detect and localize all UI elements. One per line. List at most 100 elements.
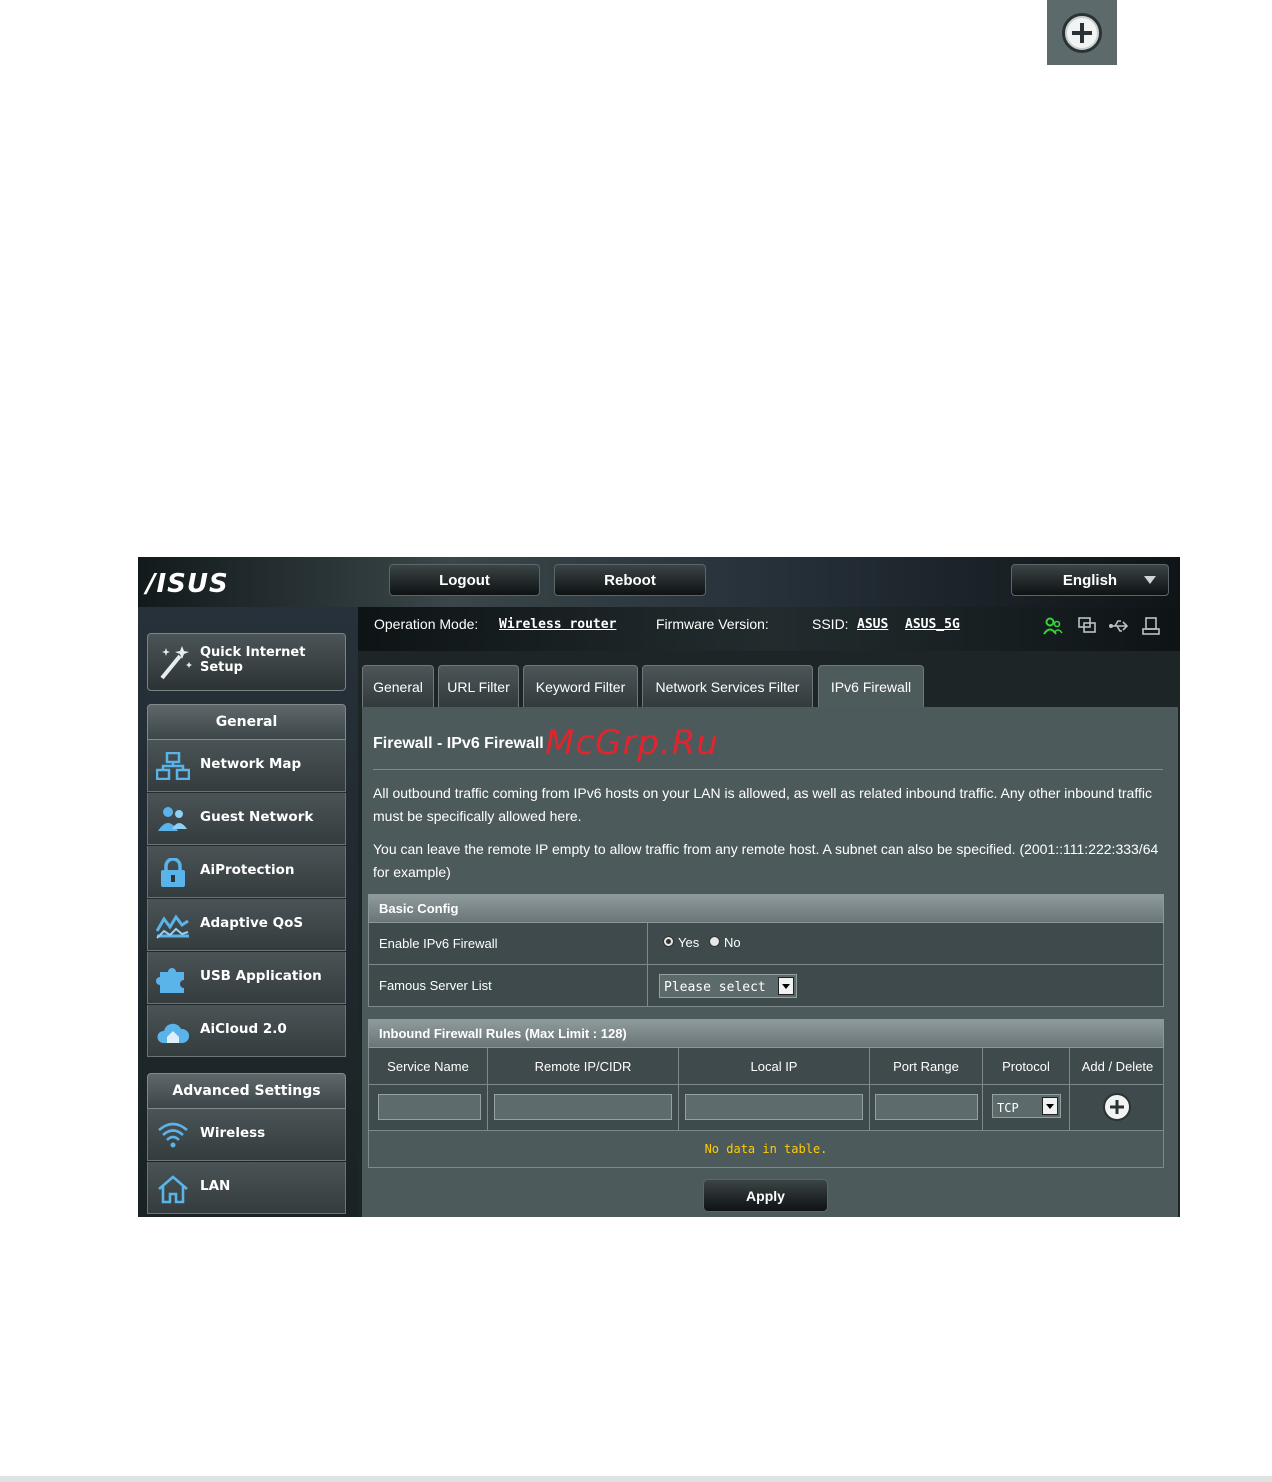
network-map-icon: [156, 752, 190, 780]
reboot-button[interactable]: Reboot: [554, 564, 706, 596]
sidebar-item-label: Adaptive QoS: [200, 915, 304, 931]
service-name-input[interactable]: [378, 1094, 481, 1120]
tab-ipv6-firewall[interactable]: IPv6 Firewall: [818, 665, 924, 707]
description-outbound: All outbound traffic coming from IPv6 ho…: [373, 785, 1152, 824]
col-add-delete: Add / Delete: [1081, 1058, 1154, 1074]
network-status-icon[interactable]: [1076, 615, 1098, 637]
sidebar-item-label: AiProtection: [200, 862, 295, 878]
main-content: Firewall - IPv6 Firewall McGrp.Ru All ou…: [362, 707, 1178, 1217]
guest-network-icon: [158, 807, 187, 831]
no-data-message: No data in table.: [368, 1131, 1164, 1168]
firmware-version-label: Firmware Version:: [656, 616, 769, 632]
ssid-label: SSID:: [812, 616, 849, 632]
operation-mode-label: Operation Mode:: [374, 616, 479, 632]
lock-icon: [161, 858, 185, 887]
column-separator: [647, 965, 648, 1006]
status-bar: Operation Mode: Wireless router Firmware…: [358, 607, 1180, 651]
watermark: McGrp.Ru: [545, 723, 719, 763]
remote-ip-input[interactable]: [494, 1094, 672, 1120]
column-separator: [1069, 1085, 1070, 1130]
col-remote-ip: Remote IP/CIDR: [488, 1048, 679, 1084]
famous-server-select[interactable]: Please select: [659, 974, 797, 998]
usb-icon[interactable]: [1108, 615, 1130, 637]
home-icon: [158, 1175, 188, 1204]
sidebar-item-network-map[interactable]: Network Map: [147, 740, 346, 792]
rules-column-headers: Service Name Remote IP/CIDR Local IP Por…: [368, 1048, 1164, 1085]
wifi-icon: [158, 1122, 188, 1148]
tab-url-filter[interactable]: URL Filter: [438, 665, 519, 707]
column-separator: [982, 1085, 983, 1130]
sidebar-item-wireless[interactable]: Wireless: [147, 1109, 346, 1161]
logout-button[interactable]: Logout: [389, 564, 540, 596]
protocol-select[interactable]: TCP: [992, 1094, 1061, 1118]
sidebar-item-label: AiCloud 2.0: [200, 1021, 287, 1037]
page-bottom-rule: [0, 1476, 1272, 1482]
clients-icon[interactable]: [1042, 615, 1064, 637]
tab-network-services-filter[interactable]: Network Services Filter: [642, 665, 813, 707]
add-icon-illustration: [1047, 0, 1117, 65]
top-bar: /ISUS Logout Reboot English: [138, 557, 1180, 607]
rule-input-row: TCP: [368, 1085, 1164, 1131]
sidebar-item-label: Guest Network: [200, 809, 314, 825]
no-label: No: [724, 935, 741, 950]
title-divider: [373, 769, 1163, 770]
apply-button[interactable]: Apply: [703, 1179, 828, 1212]
sidebar-item-usb-application[interactable]: USB Application: [147, 952, 346, 1004]
tab-keyword-filter[interactable]: Keyword Filter: [523, 665, 638, 707]
chevron-down-icon: [1042, 1097, 1058, 1115]
sidebar: Quick Internet Setup General Network Map…: [138, 607, 358, 1217]
quick-internet-setup-label: Quick Internet Setup: [200, 645, 306, 675]
col-protocol: Protocol: [983, 1048, 1070, 1084]
qos-chart-icon: [156, 914, 189, 939]
col-local-ip: Local IP: [679, 1048, 870, 1084]
inbound-rules-header: Inbound Firewall Rules (Max Limit : 128): [368, 1019, 1164, 1048]
sidebar-item-label: LAN: [200, 1178, 231, 1194]
ssid-link-1[interactable]: ASUS: [857, 617, 888, 632]
enable-ipv6-firewall-label: Enable IPv6 Firewall: [379, 936, 498, 951]
famous-server-select-value: Please select: [664, 980, 766, 995]
sidebar-item-label: USB Application: [200, 968, 322, 984]
router-admin-screenshot: /ISUS Logout Reboot English Operation Mo…: [138, 557, 1180, 1217]
page-title: Firewall - IPv6 Firewall: [373, 735, 544, 752]
column-separator: [869, 1085, 870, 1130]
language-label: English: [1062, 571, 1118, 589]
language-select[interactable]: English: [1011, 564, 1169, 596]
sidebar-item-guest-network[interactable]: Guest Network: [147, 793, 346, 845]
sidebar-item-aiprotection[interactable]: AiProtection: [147, 846, 346, 898]
operation-mode-link[interactable]: Wireless router: [499, 617, 616, 632]
enable-no-radio[interactable]: [709, 936, 720, 947]
plus-circle-icon: [1062, 12, 1102, 53]
tab-general[interactable]: General: [362, 665, 434, 707]
advanced-settings-section-title: Advanced Settings: [147, 1073, 346, 1109]
magic-wand-icon: [160, 646, 192, 680]
add-rule-icon[interactable]: [1103, 1093, 1131, 1121]
col-port-range: Port Range: [870, 1048, 983, 1084]
printer-icon[interactable]: [1140, 615, 1162, 637]
chevron-down-icon: [1144, 576, 1156, 584]
description-remote-ip: You can leave the remote IP empty to all…: [373, 841, 1159, 880]
sidebar-item-aicloud[interactable]: AiCloud 2.0: [147, 1005, 346, 1057]
basic-config-header: Basic Config: [368, 894, 1164, 923]
sidebar-item-label: Network Map: [200, 756, 302, 772]
ssid-link-2[interactable]: ASUS_5G: [905, 617, 960, 632]
general-section-title: General: [147, 704, 346, 740]
sidebar-item-label: Wireless: [200, 1125, 266, 1141]
col-service-name: Service Name: [369, 1048, 488, 1084]
port-range-input[interactable]: [875, 1094, 978, 1120]
cloud-icon: [157, 1023, 190, 1043]
enable-ipv6-firewall-row: Enable IPv6 Firewall Yes No: [368, 923, 1164, 965]
asus-logo: /ISUS: [146, 569, 229, 599]
column-separator: [678, 1085, 679, 1130]
column-separator: [487, 1085, 488, 1130]
local-ip-input[interactable]: [685, 1094, 863, 1120]
protocol-select-value: TCP: [997, 1101, 1019, 1115]
famous-server-list-row: Famous Server List Please select: [368, 965, 1164, 1007]
sidebar-item-lan[interactable]: LAN: [147, 1162, 346, 1214]
chevron-down-icon: [778, 977, 794, 995]
sidebar-item-adaptive-qos[interactable]: Adaptive QoS: [147, 899, 346, 951]
puzzle-icon: [156, 968, 184, 993]
quick-internet-setup-button[interactable]: Quick Internet Setup: [147, 633, 346, 691]
famous-server-list-label: Famous Server List: [379, 978, 492, 993]
column-separator: [647, 923, 648, 964]
enable-yes-radio[interactable]: [663, 936, 674, 947]
